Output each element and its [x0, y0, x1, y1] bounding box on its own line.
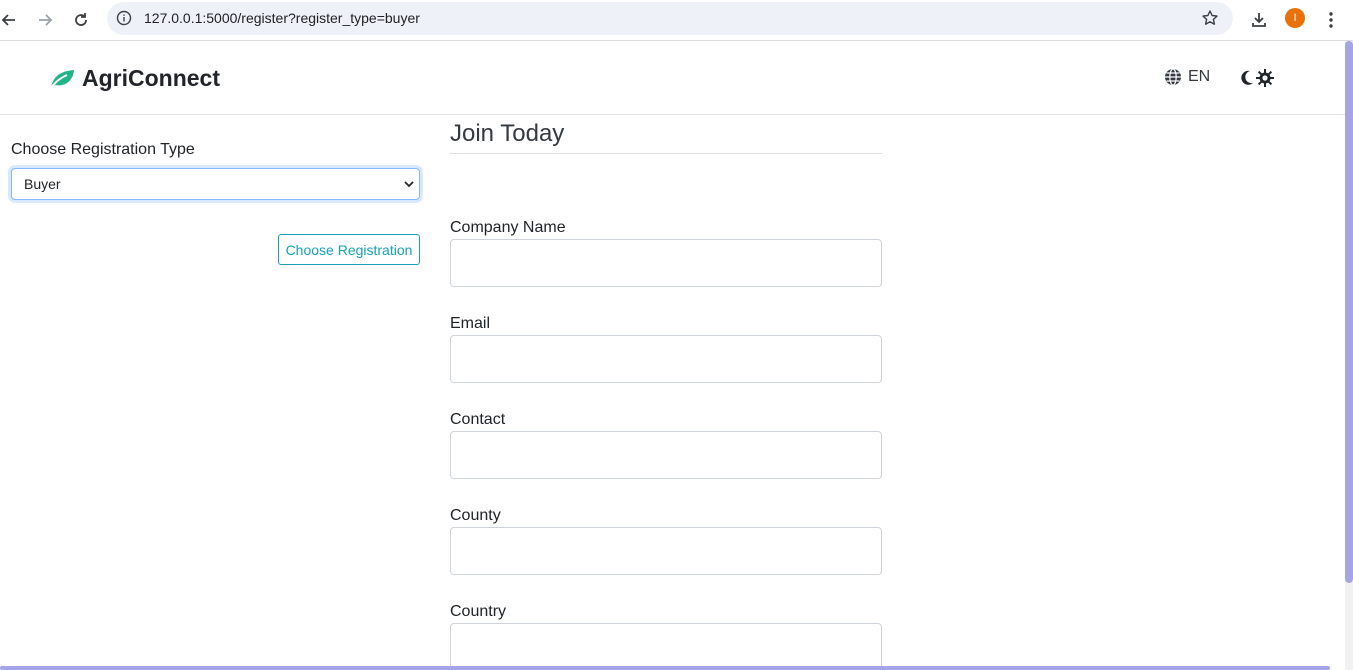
brand-link[interactable]: AgriConnect	[49, 65, 220, 92]
profile-avatar[interactable]: I	[1285, 8, 1305, 28]
registration-type-value: Buyer	[24, 176, 61, 192]
company-name-input[interactable]	[450, 239, 882, 287]
registration-form: Join Today Company Name Email Contact Co…	[450, 119, 882, 670]
contact-input[interactable]	[450, 431, 882, 479]
contact-field: Contact	[450, 411, 882, 479]
moon-icon	[1241, 70, 1253, 85]
email-field: Email	[450, 315, 882, 383]
language-label: EN	[1188, 68, 1211, 85]
bookmark-star-icon[interactable]	[1201, 9, 1219, 32]
country-input[interactable]	[450, 623, 882, 670]
county-input[interactable]	[450, 527, 882, 575]
choose-registration-button[interactable]: Choose Registration	[278, 234, 420, 265]
company-name-label: Company Name	[450, 219, 566, 236]
email-label: Email	[450, 315, 491, 332]
language-switcher[interactable]: EN	[1164, 68, 1210, 86]
reload-icon[interactable]	[69, 8, 93, 32]
brand-name: AgriConnect	[82, 65, 220, 91]
leaf-logo-icon	[49, 69, 74, 90]
registration-type-label: Choose Registration Type	[11, 141, 195, 158]
sun-gear-icon	[1256, 69, 1274, 87]
country-field: Country	[450, 603, 882, 670]
horizontal-scrollbar[interactable]	[0, 666, 1330, 670]
registration-type-panel: Choose Registration Type Buyer Choose Re…	[11, 141, 420, 265]
form-title: Join Today	[450, 119, 882, 154]
country-label: Country	[450, 603, 507, 620]
county-label: County	[450, 507, 501, 524]
forward-icon[interactable]	[33, 8, 57, 32]
company-name-field: Company Name	[450, 219, 882, 287]
address-bar[interactable]: 127.0.0.1:5000/register?register_type=bu…	[107, 2, 1233, 35]
theme-toggle[interactable]	[1240, 69, 1274, 87]
contact-label: Contact	[450, 411, 506, 428]
email-input[interactable]	[450, 335, 882, 383]
page-viewport: AgriConnect EN Choose Registration Type …	[0, 41, 1345, 670]
back-icon[interactable]	[0, 8, 21, 32]
download-icon[interactable]	[1247, 8, 1271, 32]
browser-toolbar: 127.0.0.1:5000/register?register_type=bu…	[0, 0, 1353, 41]
vertical-scrollbar[interactable]	[1345, 41, 1353, 670]
url-text: 127.0.0.1:5000/register?register_type=bu…	[144, 10, 420, 26]
more-menu-icon[interactable]	[1319, 8, 1343, 32]
chevron-down-icon	[404, 181, 414, 188]
registration-type-select[interactable]: Buyer	[11, 168, 420, 200]
county-field: County	[450, 507, 882, 575]
site-info-icon[interactable]	[116, 10, 132, 31]
site-navbar: AgriConnect EN	[0, 41, 1345, 115]
scrollbar-thumb[interactable]	[1345, 41, 1353, 583]
globe-icon	[1165, 68, 1181, 86]
